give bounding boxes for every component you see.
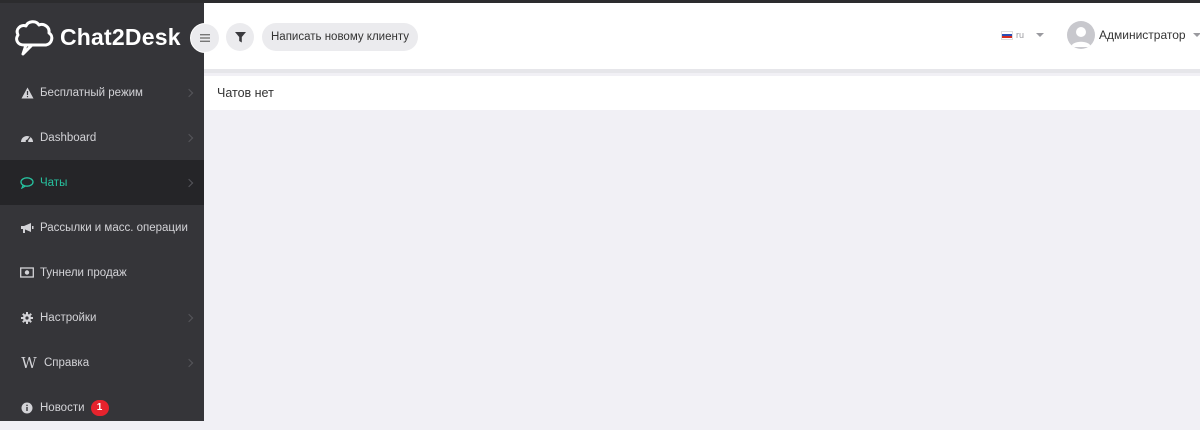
chat-cloud-icon (15, 20, 54, 56)
sidebar-item-label: Справка (44, 356, 90, 369)
dashboard-icon (20, 131, 34, 145)
main-content: Чатов нет (204, 73, 1200, 421)
menu-toggle-button[interactable] (190, 23, 220, 53)
filter-icon (234, 31, 246, 42)
user-name: Администратор (1099, 28, 1186, 42)
sidebar-item-help[interactable]: W Справка (0, 340, 204, 385)
sidebar-item-label: Туннели продаж (40, 266, 127, 279)
chevron-right-icon (184, 358, 194, 367)
wikipedia-icon: W (21, 353, 37, 372)
sidebar-item-label: Настройки (40, 311, 97, 324)
language-selector[interactable]: ru (1001, 25, 1045, 45)
chat-bubble-icon (20, 176, 34, 190)
new-client-button[interactable]: Написать новому клиенту (262, 23, 418, 51)
hamburger-icon (200, 34, 210, 42)
gear-icon (20, 311, 34, 325)
megaphone-icon (20, 221, 34, 235)
money-icon (20, 266, 34, 280)
logo[interactable]: Chat2Desk (12, 14, 181, 60)
warning-icon (20, 86, 34, 100)
empty-chats-message: Чатов нет (204, 76, 1200, 110)
sidebar-item-dashboard[interactable]: Dashboard (0, 115, 204, 160)
sidebar-item-sales-funnels[interactable]: Туннели продаж (0, 250, 204, 295)
chevron-right-icon (184, 133, 194, 142)
user-icon (1071, 27, 1091, 47)
sidebar-item-label: Чаты (40, 176, 68, 189)
sidebar-item-free-mode[interactable]: Бесплатный режим (0, 70, 204, 115)
filter-button[interactable] (226, 23, 254, 51)
sidebar-item-label: Новости (40, 401, 85, 414)
sidebar-item-news[interactable]: Новости 1 (0, 385, 204, 430)
chevron-right-icon (184, 88, 194, 97)
russia-flag-icon (1001, 30, 1013, 40)
sidebar-menu: Бесплатный режим Dashboard Чаты Рассылки… (0, 70, 204, 430)
caret-down-icon (1036, 33, 1045, 37)
chevron-right-icon (184, 178, 194, 187)
sidebar-item-label: Рассылки и масс. операции (40, 221, 188, 234)
sidebar-item-settings[interactable]: Настройки (0, 295, 204, 340)
sidebar: Chat2Desk Бесплатный режим Dashboard Чат… (0, 0, 204, 421)
sidebar-item-label: Бесплатный режим (40, 86, 143, 99)
sidebar-item-chats[interactable]: Чаты (0, 160, 204, 205)
avatar (1067, 21, 1095, 49)
top-border (0, 0, 1200, 3)
news-count-badge: 1 (90, 399, 109, 416)
brand-name: Chat2Desk (60, 23, 181, 50)
sidebar-item-label: Dashboard (40, 131, 97, 144)
language-code: ru (1016, 30, 1025, 40)
caret-down-icon (1192, 33, 1200, 37)
top-header: Написать новому клиенту ru Администратор (190, 3, 1200, 69)
info-icon (20, 401, 34, 415)
sidebar-item-mailings[interactable]: Рассылки и масс. операции (0, 205, 204, 250)
user-menu[interactable]: Администратор (1067, 20, 1200, 50)
chevron-right-icon (184, 313, 194, 322)
